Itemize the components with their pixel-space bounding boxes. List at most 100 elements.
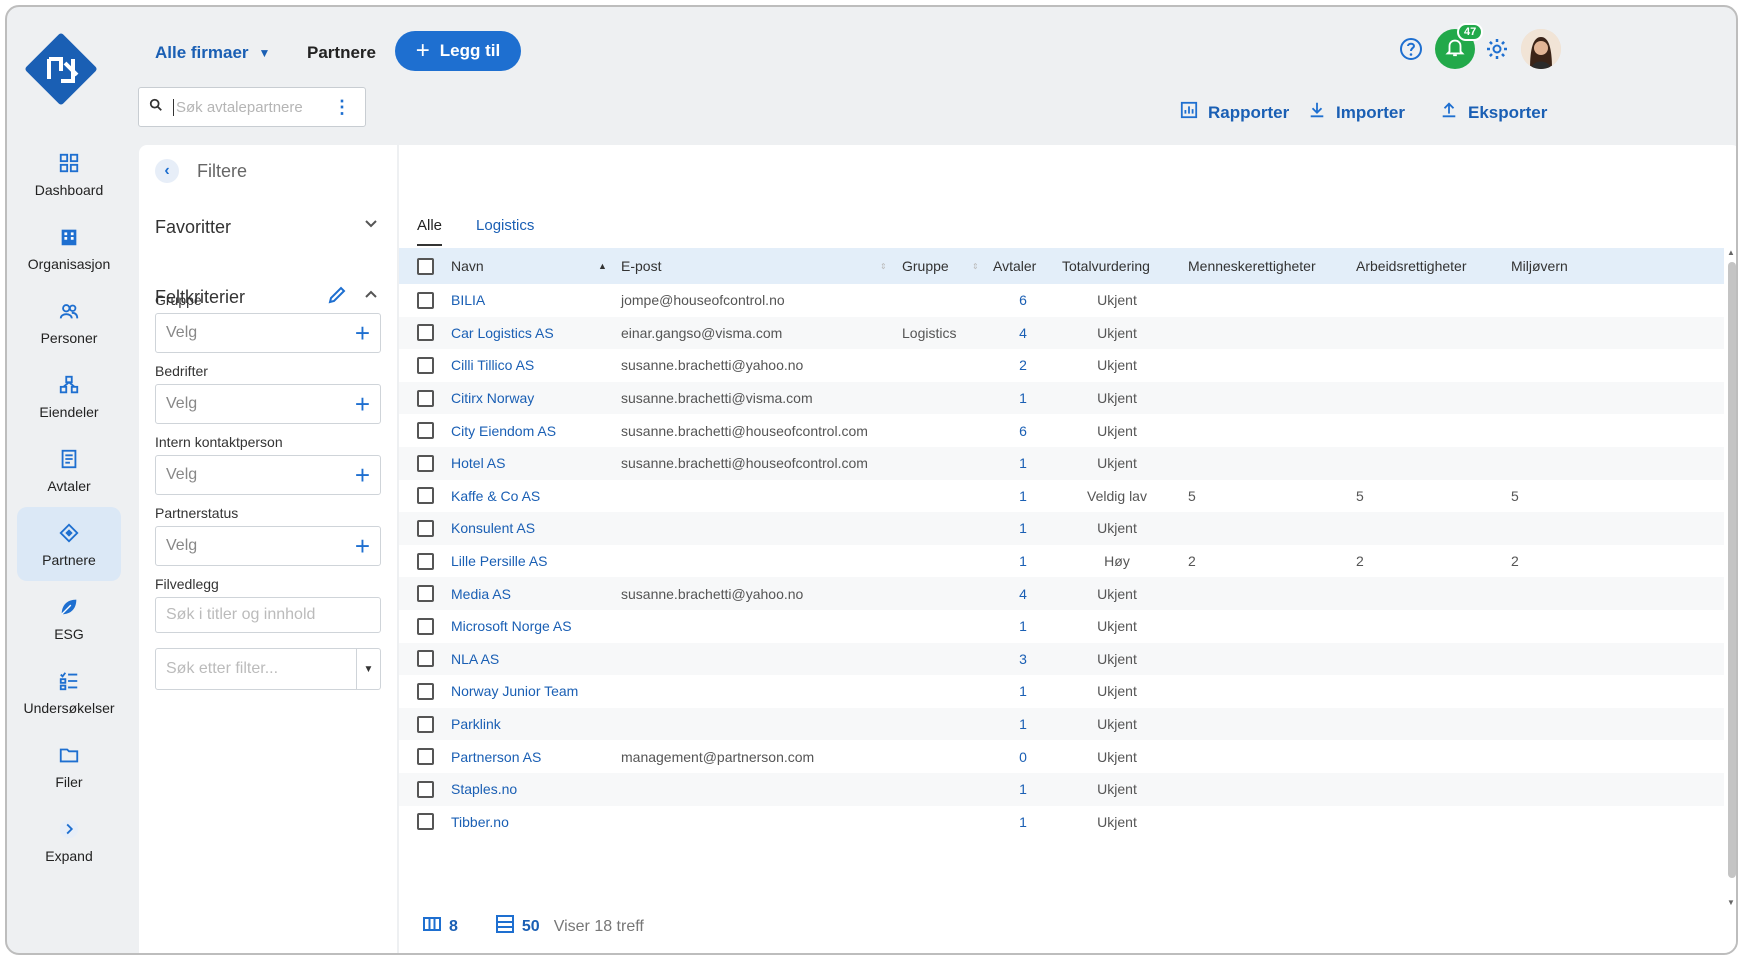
- plus-icon[interactable]: +: [355, 533, 370, 559]
- partner-name-link[interactable]: Staples.no: [451, 773, 517, 806]
- table-row[interactable]: Konsulent AS 1 Ukjent: [399, 512, 1724, 545]
- agreements-count-link[interactable]: 1: [993, 708, 1053, 741]
- agreements-count-link[interactable]: 4: [993, 577, 1053, 610]
- gear-icon[interactable]: [1485, 37, 1509, 66]
- partner-name-link[interactable]: Lille Persille AS: [451, 545, 548, 578]
- agreements-count-link[interactable]: 1: [993, 382, 1053, 415]
- columns-count[interactable]: 8: [449, 918, 458, 936]
- nav-item-filer[interactable]: Filer: [17, 729, 121, 803]
- chevron-down-icon[interactable]: [364, 213, 378, 236]
- row-checkbox[interactable]: [417, 708, 434, 741]
- agreements-count-link[interactable]: 6: [993, 284, 1053, 317]
- plus-icon[interactable]: +: [355, 320, 370, 346]
- row-checkbox[interactable]: [417, 740, 434, 773]
- table-row[interactable]: Norway Junior Team 1 Ukjent: [399, 675, 1724, 708]
- column-header-menneskerettigheter[interactable]: Menneskerettigheter: [1188, 248, 1316, 284]
- partner-name-link[interactable]: City Eiendom AS: [451, 414, 556, 447]
- intern-kontaktperson-select[interactable]: Velg +: [155, 455, 381, 495]
- row-checkbox[interactable]: [417, 643, 434, 676]
- partner-name-link[interactable]: Microsoft Norge AS: [451, 610, 572, 643]
- row-checkbox[interactable]: [417, 545, 434, 578]
- partner-name-link[interactable]: NLA AS: [451, 643, 499, 676]
- partner-name-link[interactable]: Hotel AS: [451, 447, 505, 480]
- favorites-header[interactable]: Favoritter: [155, 217, 231, 238]
- column-header-gruppe[interactable]: Gruppe: [902, 248, 949, 284]
- table-row[interactable]: Parklink 1 Ukjent: [399, 707, 1724, 741]
- plus-icon[interactable]: +: [355, 462, 370, 488]
- partner-name-link[interactable]: Media AS: [451, 577, 511, 610]
- page-size-icon[interactable]: [495, 915, 514, 938]
- column-header-navn[interactable]: Navn: [451, 248, 484, 284]
- partnerstatus-select[interactable]: Velg +: [155, 526, 381, 566]
- table-row[interactable]: Cilli Tillico AS susanne.brachetti@yahoo.…: [399, 349, 1724, 382]
- agreements-count-link[interactable]: 0: [993, 740, 1053, 773]
- plus-icon[interactable]: +: [355, 391, 370, 417]
- import-button[interactable]: Importer: [1308, 101, 1405, 124]
- page-size[interactable]: 50: [522, 918, 540, 936]
- partner-name-link[interactable]: Cilli Tillico AS: [451, 349, 534, 382]
- row-checkbox[interactable]: [417, 284, 434, 317]
- avatar[interactable]: [1521, 29, 1561, 69]
- row-checkbox[interactable]: [417, 349, 434, 382]
- nav-item-personer[interactable]: Personer: [17, 285, 121, 359]
- scrollbar-thumb[interactable]: [1728, 262, 1736, 878]
- partner-name-link[interactable]: Kaffe & Co AS: [451, 480, 540, 513]
- table-row[interactable]: BILIA jompe@houseofcontrol.no 6 Ukjent: [399, 284, 1724, 317]
- partner-name-link[interactable]: Car Logistics AS: [451, 317, 554, 350]
- row-checkbox[interactable]: [417, 480, 434, 513]
- more-options-icon[interactable]: ⋮: [333, 97, 351, 118]
- table-row[interactable]: Car Logistics AS einar.gangso@visma.com Lo…: [399, 316, 1724, 350]
- agreements-count-link[interactable]: 1: [993, 480, 1053, 513]
- row-checkbox[interactable]: [417, 577, 434, 610]
- table-row[interactable]: Media AS susanne.brachetti@yahoo.no 4 Ukjen…: [399, 577, 1724, 610]
- notifications-button[interactable]: 47: [1435, 23, 1484, 69]
- filter-search-combobox[interactable]: Søk etter filter... ▼: [155, 648, 381, 690]
- select-all-checkbox[interactable]: [417, 248, 434, 284]
- table-row[interactable]: Kaffe & Co AS 1 Veldig lav 5 5 5: [399, 480, 1724, 513]
- agreements-count-link[interactable]: 1: [993, 675, 1053, 708]
- bedrifter-select[interactable]: Velg +: [155, 384, 381, 424]
- chevron-up-icon[interactable]: [364, 285, 378, 308]
- partner-name-link[interactable]: Partnerson AS: [451, 740, 541, 773]
- sort-icon[interactable]: ⇕: [880, 248, 887, 284]
- nav-item-partnere[interactable]: Partnere: [17, 507, 121, 581]
- table-row[interactable]: Hotel AS susanne.brachetti@houseofcontrol…: [399, 447, 1724, 480]
- agreements-count-link[interactable]: 3: [993, 643, 1053, 676]
- gruppe-select[interactable]: Velg +: [155, 313, 381, 353]
- nav-expand[interactable]: Expand: [17, 803, 121, 877]
- partner-name-link[interactable]: Parklink: [451, 708, 501, 741]
- pencil-icon[interactable]: [327, 285, 347, 310]
- help-icon[interactable]: [1399, 37, 1423, 66]
- agreements-count-link[interactable]: 1: [993, 545, 1053, 578]
- column-header-totalvurdering[interactable]: Totalvurdering: [1062, 248, 1150, 284]
- nav-item-eiendeler[interactable]: Eiendeler: [17, 359, 121, 433]
- partner-name-link[interactable]: Norway Junior Team: [451, 675, 578, 708]
- partner-name-link[interactable]: Konsulent AS: [451, 512, 535, 545]
- company-selector[interactable]: Alle firmaer ▼: [155, 43, 270, 63]
- nav-item-organisasjon[interactable]: Organisasjon: [17, 211, 121, 285]
- table-row[interactable]: City Eiendom AS susanne.brachetti@houseof…: [399, 414, 1724, 447]
- nav-item-esg[interactable]: ESG: [17, 581, 121, 655]
- add-button[interactable]: + Legg til: [395, 31, 521, 71]
- column-header-arbeidsrettigheter[interactable]: Arbeidsrettigheter: [1356, 248, 1467, 284]
- partner-name-link[interactable]: Citirx Norway: [451, 382, 534, 415]
- table-row[interactable]: Tibber.no 1 Ukjent: [399, 806, 1724, 839]
- search-input[interactable]: [173, 98, 323, 116]
- tab-logistics[interactable]: Logistics: [476, 217, 534, 246]
- row-checkbox[interactable]: [417, 806, 434, 839]
- reports-button[interactable]: Rapporter: [1180, 101, 1289, 124]
- partner-name-link[interactable]: BILIA: [451, 284, 485, 317]
- table-row[interactable]: Microsoft Norge AS 1 Ukjent: [399, 610, 1724, 643]
- agreements-count-link[interactable]: 1: [993, 512, 1053, 545]
- row-checkbox[interactable]: [417, 414, 434, 447]
- caret-down-icon[interactable]: ▼: [356, 649, 380, 689]
- row-checkbox[interactable]: [417, 512, 434, 545]
- nav-item-undersokelser[interactable]: Undersøkelser: [17, 655, 121, 729]
- row-checkbox[interactable]: [417, 447, 434, 480]
- row-checkbox[interactable]: [417, 675, 434, 708]
- column-header-epost[interactable]: E-post: [621, 248, 661, 284]
- agreements-count-link[interactable]: 2: [993, 349, 1053, 382]
- tab-alle[interactable]: Alle: [417, 217, 443, 246]
- column-header-miljovern[interactable]: Miljøvern: [1511, 248, 1568, 284]
- agreements-count-link[interactable]: 1: [993, 447, 1053, 480]
